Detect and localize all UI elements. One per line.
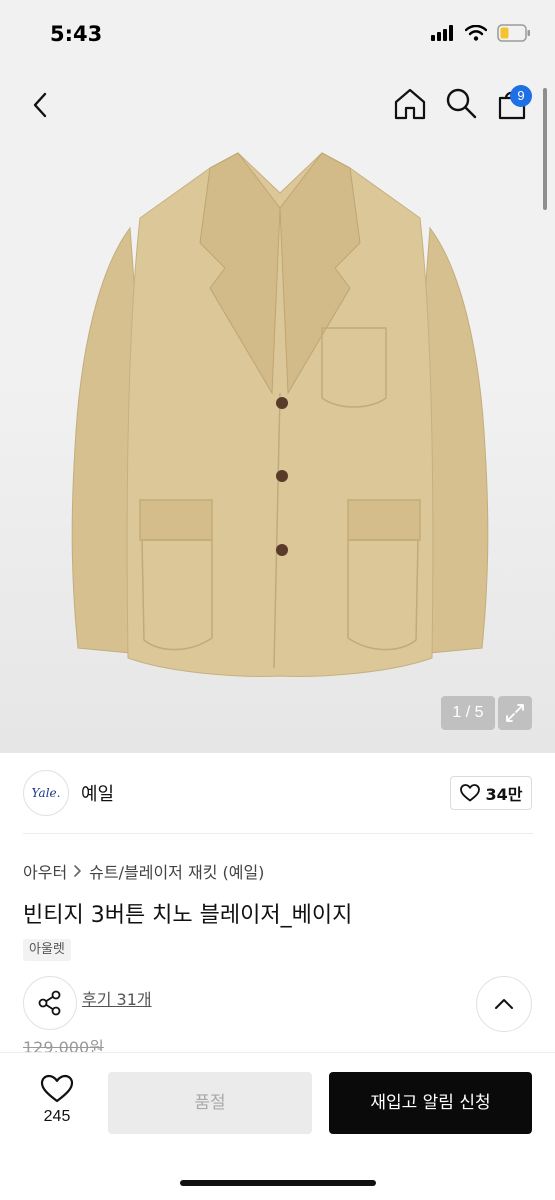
- battery-icon: [497, 24, 530, 42]
- home-indicator[interactable]: [180, 1180, 376, 1186]
- restock-alert-button[interactable]: 재입고 알림 신청: [329, 1072, 532, 1134]
- image-counter: 1 / 5: [441, 696, 495, 730]
- wifi-icon: [465, 25, 487, 41]
- chevron-left-icon: [33, 92, 47, 118]
- status-time: 5:43: [50, 22, 103, 46]
- home-icon: [394, 88, 426, 120]
- divider: [23, 833, 533, 834]
- back-button[interactable]: [26, 88, 56, 122]
- expand-icon: [506, 704, 524, 722]
- cart-count-badge: 9: [510, 85, 532, 107]
- search-icon: [446, 88, 477, 119]
- brand-name[interactable]: 예일: [81, 780, 114, 806]
- wishlist-button[interactable]: [40, 1074, 74, 1104]
- breadcrumb-item-category[interactable]: 슈트/블레이저 재킷 (예일): [89, 859, 264, 883]
- jacket-illustration: [71, 152, 489, 677]
- share-button[interactable]: [23, 976, 77, 1030]
- soldout-button: 품절: [108, 1072, 312, 1134]
- heart-icon: [459, 784, 480, 802]
- product-title: 빈티지 3버튼 치노 블레이저_베이지: [23, 903, 353, 928]
- share-icon: [38, 990, 61, 1016]
- brand-row: Yale. 예일 34만: [23, 768, 533, 818]
- scrollbar[interactable]: [543, 88, 547, 210]
- wishlist-count: 245: [43, 1108, 71, 1125]
- cellular-signal-icon: [431, 25, 453, 41]
- expand-image-button[interactable]: [498, 696, 532, 730]
- brand-like-count: 34만: [485, 785, 523, 804]
- breadcrumb: 아우터 슈트/블레이저 재킷 (예일): [23, 859, 264, 883]
- chevron-up-icon: [495, 999, 513, 1009]
- brand-like-button[interactable]: 34만: [450, 776, 532, 810]
- scroll-to-top-button[interactable]: [476, 976, 532, 1032]
- search-button[interactable]: [444, 86, 478, 120]
- status-bar: 5:43: [0, 0, 555, 70]
- chevron-right-icon: [74, 865, 81, 877]
- heart-icon: [40, 1074, 74, 1103]
- home-button[interactable]: [392, 86, 428, 122]
- brand-logo[interactable]: Yale.: [23, 770, 69, 816]
- outlet-tag: 아울렛: [23, 939, 71, 961]
- review-link[interactable]: 후기 31개: [82, 986, 152, 1010]
- breadcrumb-item-outer[interactable]: 아우터: [23, 859, 67, 883]
